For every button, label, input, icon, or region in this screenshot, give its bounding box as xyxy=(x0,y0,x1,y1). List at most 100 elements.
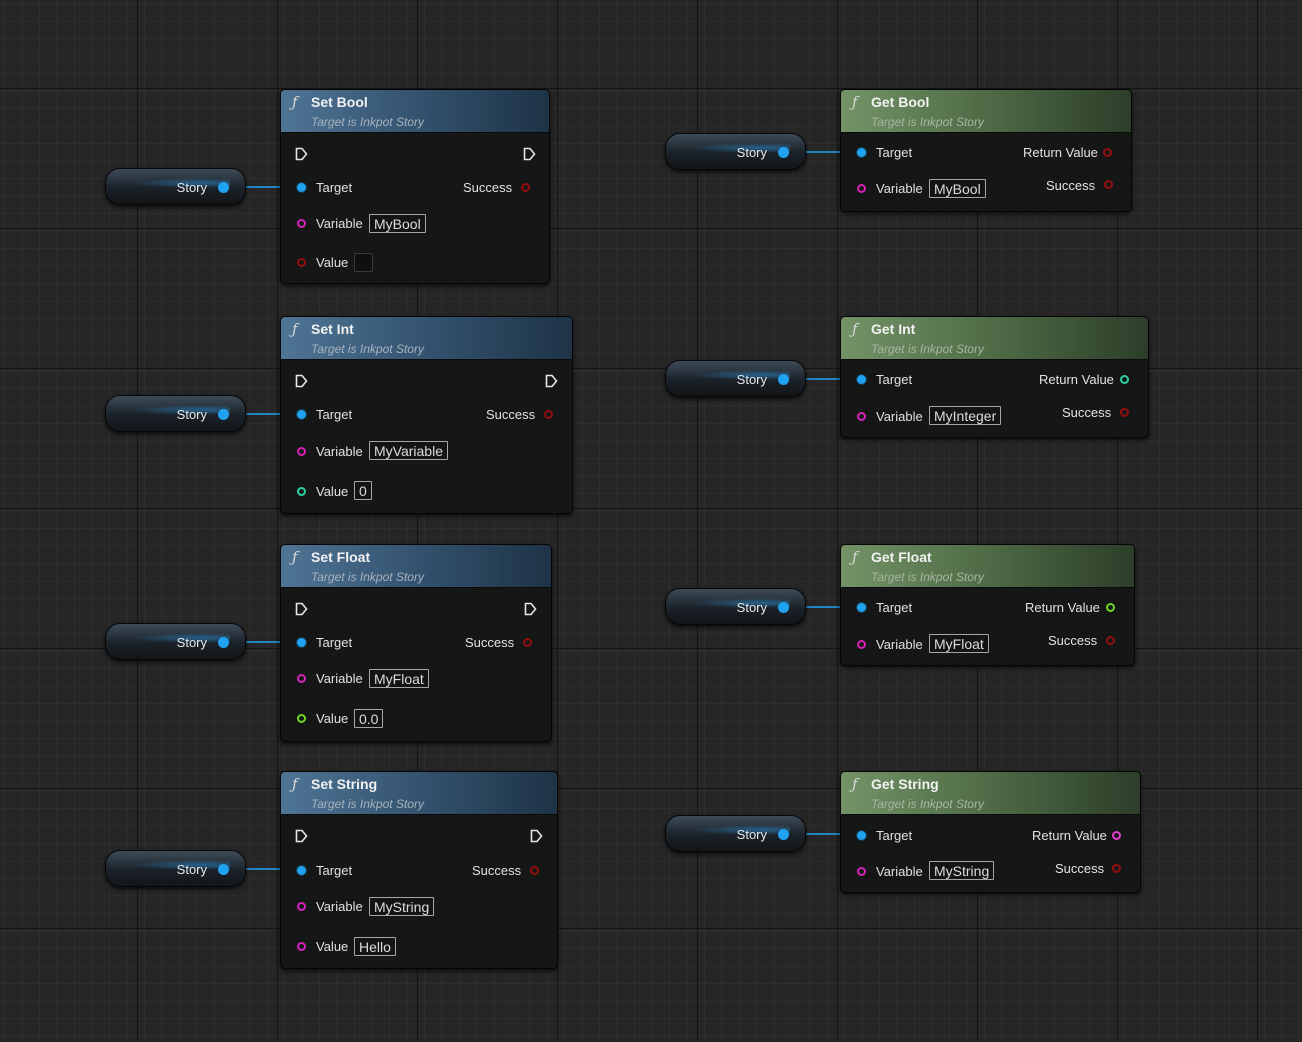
story-output-pin[interactable] xyxy=(218,637,229,648)
node-header[interactable]: ƒ Get String Target is Inkpot Story xyxy=(841,772,1140,815)
variable-pin[interactable] xyxy=(857,867,866,876)
story-output-pin[interactable] xyxy=(778,602,789,613)
exec-in-pin-icon[interactable] xyxy=(295,147,308,161)
story-variable-node[interactable]: Story xyxy=(665,588,806,625)
node-header[interactable]: ƒ Get Int Target is Inkpot Story xyxy=(841,317,1148,360)
variable-name-field[interactable]: MyInteger xyxy=(929,406,1002,425)
story-variable-node[interactable]: Story xyxy=(105,850,246,887)
set-float-node[interactable]: ƒ Set Float Target is Inkpot Story Targe… xyxy=(280,544,552,742)
value-pin[interactable] xyxy=(297,714,306,723)
exec-out-pin-icon[interactable] xyxy=(545,374,558,388)
story-variable-node[interactable]: Story xyxy=(665,133,806,170)
variable-name-field[interactable]: MyFloat xyxy=(929,634,989,653)
story-variable-node[interactable]: Story xyxy=(105,623,246,660)
value-pin[interactable] xyxy=(297,258,306,267)
variable-pin[interactable] xyxy=(857,184,866,193)
return-value-label: Return Value xyxy=(1039,372,1114,387)
node-header[interactable]: ƒ Set Int Target is Inkpot Story xyxy=(281,317,572,360)
exec-in-pin-icon[interactable] xyxy=(295,829,308,843)
value-field[interactable]: 0 xyxy=(354,481,372,500)
get-bool-node[interactable]: ƒ Get Bool Target is Inkpot Story Target… xyxy=(840,89,1132,212)
target-pin[interactable] xyxy=(297,183,306,192)
story-output-pin[interactable] xyxy=(778,374,789,385)
success-pin[interactable] xyxy=(544,410,553,419)
get-string-node[interactable]: ƒ Get String Target is Inkpot Story Targ… xyxy=(840,771,1141,893)
return-value-pin[interactable] xyxy=(1112,831,1121,840)
get-float-node[interactable]: ƒ Get Float Target is Inkpot Story Targe… xyxy=(840,544,1135,666)
success-label: Success xyxy=(1046,178,1096,193)
story-output-pin[interactable] xyxy=(218,864,229,875)
value-pin[interactable] xyxy=(297,942,306,951)
variable-pin[interactable] xyxy=(857,412,866,421)
target-pin[interactable] xyxy=(857,831,866,840)
story-output-pin[interactable] xyxy=(218,409,229,420)
node-header[interactable]: ƒ Get Float Target is Inkpot Story xyxy=(841,545,1134,588)
node-subtitle: Target is Inkpot Story xyxy=(311,115,424,129)
exec-out-pin-icon[interactable] xyxy=(524,602,537,616)
story-variable-node[interactable]: Story xyxy=(105,168,246,205)
variable-name-field[interactable]: MyBool xyxy=(369,214,426,233)
function-icon: ƒ xyxy=(852,320,858,338)
node-header[interactable]: ƒ Get Bool Target is Inkpot Story xyxy=(841,90,1131,133)
set-string-node[interactable]: ƒ Set String Target is Inkpot Story Targ… xyxy=(280,771,558,969)
story-output-pin[interactable] xyxy=(778,829,789,840)
node-header[interactable]: ƒ Set String Target is Inkpot Story xyxy=(281,772,557,815)
value-field[interactable]: 0.0 xyxy=(354,709,384,728)
node-title: Set Float xyxy=(311,549,371,565)
success-label: Success xyxy=(1062,405,1112,420)
story-variable-node[interactable]: Story xyxy=(665,360,806,397)
value-checkbox[interactable] xyxy=(354,253,373,272)
target-pin[interactable] xyxy=(297,866,306,875)
value-pin[interactable] xyxy=(297,487,306,496)
variable-name-field[interactable]: MyString xyxy=(929,861,995,880)
story-variable-node[interactable]: Story xyxy=(665,815,806,852)
target-pin[interactable] xyxy=(297,638,306,647)
return-value-pin[interactable] xyxy=(1120,375,1129,384)
target-pin[interactable] xyxy=(857,603,866,612)
success-pin[interactable] xyxy=(1104,180,1113,189)
variable-pin[interactable] xyxy=(297,219,306,228)
variable-name-field[interactable]: MyFloat xyxy=(369,669,429,688)
value-field[interactable]: Hello xyxy=(354,937,396,956)
return-value-label: Return Value xyxy=(1025,600,1100,615)
exec-out-pin-icon[interactable] xyxy=(530,829,543,843)
success-pin[interactable] xyxy=(1112,864,1121,873)
success-label: Success xyxy=(472,863,522,878)
set-int-node[interactable]: ƒ Set Int Target is Inkpot Story Target … xyxy=(280,316,573,514)
target-pin[interactable] xyxy=(857,148,866,157)
story-label: Story xyxy=(176,635,207,650)
story-output-pin[interactable] xyxy=(778,147,789,158)
set-bool-node[interactable]: ƒ Set Bool Target is Inkpot Story Target… xyxy=(280,89,550,284)
variable-pin[interactable] xyxy=(297,902,306,911)
success-pin[interactable] xyxy=(1106,636,1115,645)
target-pin[interactable] xyxy=(857,375,866,384)
node-subtitle: Target is Inkpot Story xyxy=(311,797,424,811)
story-output-pin[interactable] xyxy=(218,182,229,193)
success-pin[interactable] xyxy=(521,183,530,192)
target-pin[interactable] xyxy=(297,410,306,419)
success-pin[interactable] xyxy=(523,638,532,647)
exec-in-pin-icon[interactable] xyxy=(295,602,308,616)
exec-out-pin-icon[interactable] xyxy=(523,147,536,161)
variable-pin[interactable] xyxy=(297,674,306,683)
node-header[interactable]: ƒ Set Bool Target is Inkpot Story xyxy=(281,90,549,133)
node-title: Get Float xyxy=(871,549,932,565)
node-title: Get Int xyxy=(871,321,916,337)
exec-in-pin-icon[interactable] xyxy=(295,374,308,388)
variable-label: Variable xyxy=(316,671,363,686)
variable-pin[interactable] xyxy=(297,447,306,456)
variable-name-field[interactable]: MyBool xyxy=(929,179,986,198)
variable-name-field[interactable]: MyVariable xyxy=(369,441,448,460)
target-label: Target xyxy=(876,372,913,387)
node-subtitle: Target is Inkpot Story xyxy=(871,115,984,129)
get-int-node[interactable]: ƒ Get Int Target is Inkpot Story Target … xyxy=(840,316,1149,438)
node-header[interactable]: ƒ Set Float Target is Inkpot Story xyxy=(281,545,551,588)
story-variable-node[interactable]: Story xyxy=(105,395,246,432)
success-pin[interactable] xyxy=(530,866,539,875)
variable-name-field[interactable]: MyString xyxy=(369,897,435,916)
return-value-pin[interactable] xyxy=(1106,603,1115,612)
story-label: Story xyxy=(176,407,207,422)
variable-pin[interactable] xyxy=(857,640,866,649)
success-pin[interactable] xyxy=(1120,408,1129,417)
return-value-pin[interactable] xyxy=(1103,148,1112,157)
